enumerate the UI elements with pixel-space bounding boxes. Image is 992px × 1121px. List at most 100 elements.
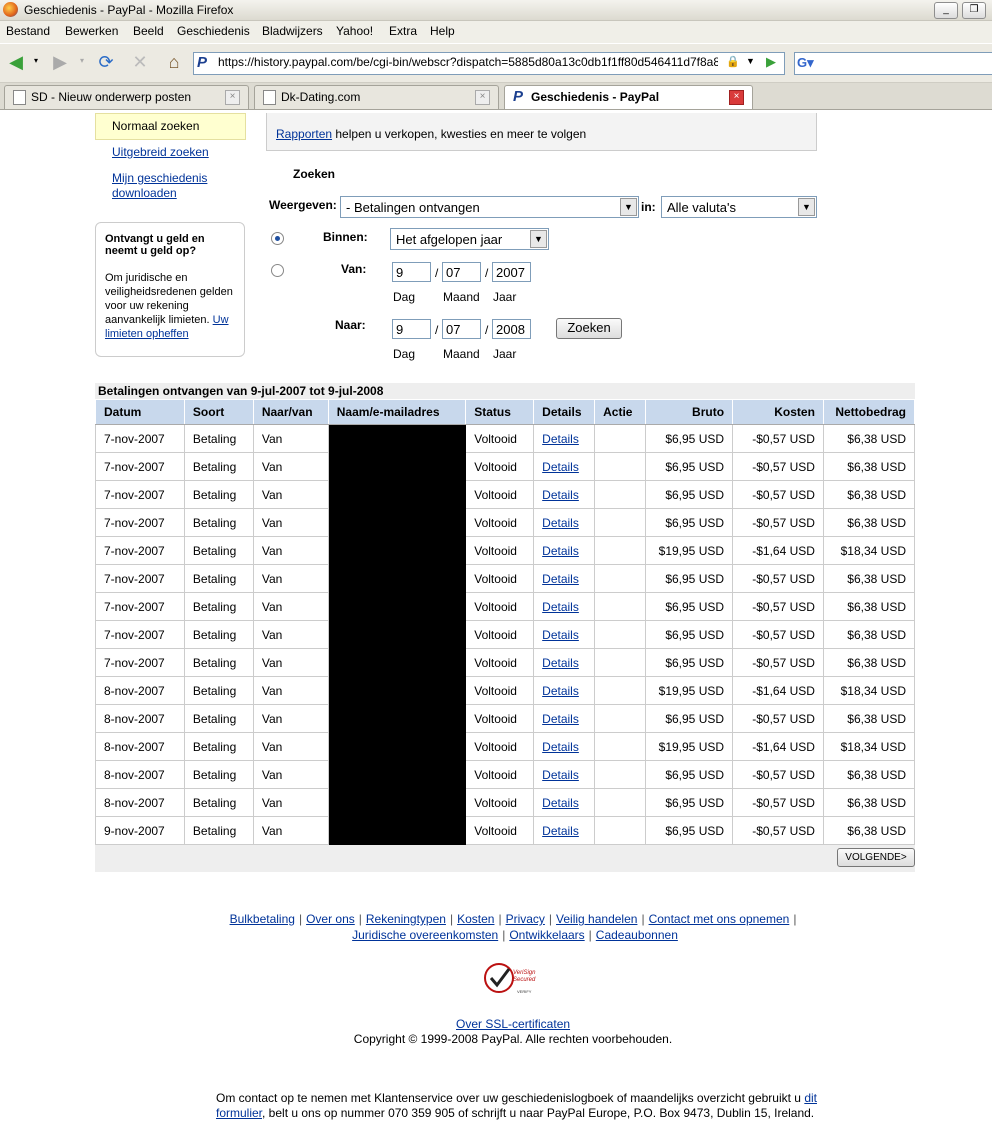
details-link[interactable]: Details: [542, 600, 579, 614]
redacted-name-cell: [328, 676, 467, 705]
to-day-input[interactable]: 9: [392, 319, 431, 339]
date-range-radio[interactable]: [271, 264, 284, 277]
details-link[interactable]: Details: [542, 824, 579, 838]
within-radio[interactable]: [271, 232, 284, 245]
tab-paypal[interactable]: P Geschiedenis - PayPal ×: [504, 85, 753, 109]
sidebar-item-download-history[interactable]: Mijn geschiedenis downloaden: [112, 171, 232, 201]
tab-dk-dating[interactable]: Dk-Dating.com ×: [254, 85, 499, 109]
transaction-type-select[interactable]: - Betalingen ontvangen ▼: [340, 196, 639, 218]
footer-link[interactable]: Privacy: [506, 912, 545, 926]
ssl-certificates-link[interactable]: Over SSL-certificaten: [456, 1017, 570, 1031]
column-header[interactable]: Status: [465, 399, 535, 425]
forward-icon[interactable]: ▶: [48, 51, 72, 75]
contact-form-link[interactable]: dit: [804, 1091, 817, 1105]
footer-link[interactable]: Ontwikkelaars: [509, 928, 584, 942]
footer-link[interactable]: Bulkbetaling: [230, 912, 295, 926]
close-icon[interactable]: ×: [475, 90, 490, 105]
footer-link[interactable]: Over ons: [306, 912, 355, 926]
column-header[interactable]: Soort: [183, 399, 254, 425]
back-dropdown-icon[interactable]: ▾: [34, 56, 38, 65]
footer-links-line1: Bulkbetaling | Over ons | Rekeningtypen | Kost…: [150, 911, 880, 927]
column-header[interactable]: Nettobedrag: [822, 399, 916, 425]
home-icon[interactable]: ⌂: [162, 51, 186, 75]
menu-yahoo[interactable]: Yahoo!: [336, 24, 373, 38]
to-year-input[interactable]: 2008: [492, 319, 531, 339]
contact-form-link-2[interactable]: formulier: [216, 1106, 262, 1120]
from-year-input[interactable]: 2007: [492, 262, 531, 282]
redacted-name-cell: [328, 564, 467, 593]
verisign-seal[interactable]: VeriSign Secured VERIFY: [483, 962, 543, 996]
column-header[interactable]: Naam/e-mailadres: [327, 399, 467, 425]
footer-link[interactable]: Juridische overeenkomsten: [352, 928, 498, 942]
sidebar-item-advanced-search[interactable]: Uitgebreid zoeken: [112, 145, 209, 159]
minimize-icon[interactable]: _: [934, 2, 958, 19]
from-day-input[interactable]: 9: [392, 262, 431, 282]
column-header[interactable]: Datum: [95, 399, 185, 425]
details-link[interactable]: Details: [542, 684, 579, 698]
details-link[interactable]: Details: [542, 740, 579, 754]
url-text[interactable]: https://history.paypal.com/be/cgi-bin/we…: [218, 55, 718, 69]
menu-beeld[interactable]: Beeld: [133, 24, 164, 38]
currency-select[interactable]: Alle valuta's ▼: [661, 196, 817, 218]
details-link[interactable]: Details: [542, 656, 579, 670]
table-cell: Betaling: [184, 480, 254, 509]
menu-geschiedenis[interactable]: Geschiedenis: [177, 24, 250, 38]
table-cell: [594, 816, 647, 845]
column-header[interactable]: Details: [533, 399, 596, 425]
table-cell: Betaling: [184, 536, 254, 565]
menu-bestand[interactable]: Bestand: [6, 24, 50, 38]
details-link[interactable]: Details: [542, 460, 579, 474]
footer-separator: |: [588, 928, 592, 942]
menu-help[interactable]: Help: [430, 24, 455, 38]
restore-icon[interactable]: ❐: [962, 2, 986, 19]
footer-link[interactable]: Contact met ons opnemen: [649, 912, 790, 926]
next-page-button[interactable]: VOLGENDE>: [837, 848, 915, 867]
reports-text: helpen u verkopen, kwesties en meer te v…: [332, 127, 587, 141]
column-header[interactable]: Bruto: [645, 399, 734, 425]
reports-link[interactable]: Rapporten: [276, 127, 332, 141]
details-link[interactable]: Details: [542, 628, 579, 642]
sidebar-item-normal-search[interactable]: Normaal zoeken: [95, 113, 246, 140]
redacted-name-cell: [328, 452, 467, 481]
details-link[interactable]: Details: [542, 488, 579, 502]
lock-icon[interactable]: 🔒: [726, 55, 740, 68]
footer-link[interactable]: Kosten: [457, 912, 494, 926]
menu-bewerken[interactable]: Bewerken: [65, 24, 118, 38]
details-cell: Details: [533, 564, 596, 593]
back-icon[interactable]: ◀: [4, 51, 28, 75]
page-icon: [263, 90, 276, 105]
period-select[interactable]: Het afgelopen jaar ▼: [390, 228, 549, 250]
footer-link[interactable]: Rekeningtypen: [366, 912, 446, 926]
details-link[interactable]: Details: [542, 516, 579, 530]
footer-link[interactable]: Cadeaubonnen: [596, 928, 678, 942]
stop-icon[interactable]: ✕: [128, 51, 152, 75]
reload-icon[interactable]: ⟳: [94, 51, 118, 75]
go-icon[interactable]: ▶: [766, 54, 776, 70]
details-link[interactable]: Details: [542, 796, 579, 810]
search-input[interactable]: [794, 52, 992, 75]
forward-dropdown-icon[interactable]: ▾: [80, 56, 84, 65]
column-header[interactable]: Naar/van: [252, 399, 329, 425]
column-header[interactable]: Actie: [594, 399, 647, 425]
close-icon[interactable]: ×: [225, 90, 240, 105]
google-icon[interactable]: G▾: [797, 55, 814, 71]
details-link[interactable]: Details: [542, 572, 579, 586]
details-link[interactable]: Details: [542, 432, 579, 446]
details-link[interactable]: Details: [542, 712, 579, 726]
menu-extra[interactable]: Extra: [389, 24, 417, 38]
table-cell: $6,95 USD: [645, 788, 734, 817]
footer-link[interactable]: Veilig handelen: [556, 912, 637, 926]
menu-bladwijzers[interactable]: Bladwijzers: [262, 24, 323, 38]
details-link[interactable]: Details: [542, 768, 579, 782]
table-cell: Van: [253, 704, 329, 733]
details-link[interactable]: Details: [542, 544, 579, 558]
close-icon[interactable]: ×: [729, 90, 744, 105]
from-month-input[interactable]: 07: [442, 262, 481, 282]
tab-sd[interactable]: SD - Nieuw onderwerp posten ×: [4, 85, 249, 109]
table-cell: [594, 508, 647, 537]
search-button[interactable]: Zoeken: [556, 318, 622, 339]
footer-separator: |: [793, 912, 797, 926]
to-month-input[interactable]: 07: [442, 319, 481, 339]
url-dropdown-icon[interactable]: ▼: [746, 56, 755, 66]
column-header[interactable]: Kosten: [732, 399, 824, 425]
